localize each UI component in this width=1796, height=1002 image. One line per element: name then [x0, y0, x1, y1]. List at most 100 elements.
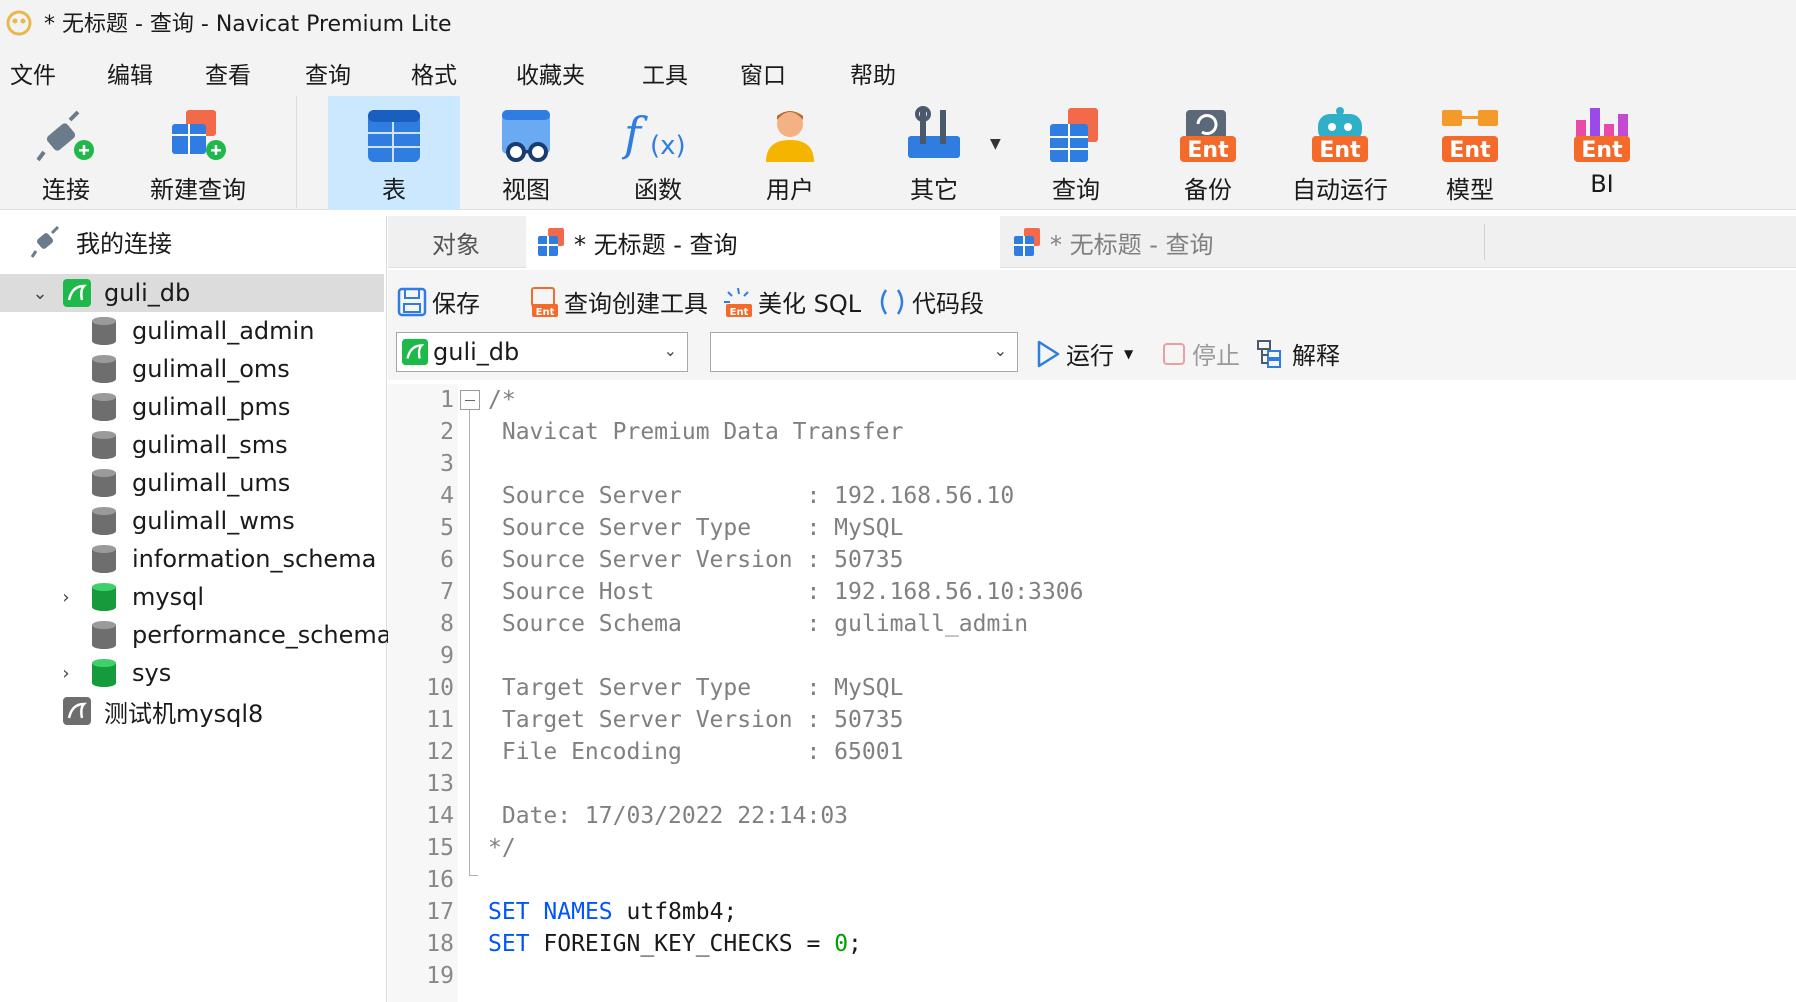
user-label: 用户: [766, 176, 814, 204]
code-text: Source Server Version : 50735: [488, 547, 904, 573]
table-button[interactable]: 表: [328, 96, 460, 210]
tree-database[interactable]: gulimall_admin: [0, 312, 384, 350]
code-line: 18 SET FOREIGN_KEY_CHECKS = 0;: [388, 928, 1796, 960]
schema-select[interactable]: ⌄: [710, 332, 1018, 372]
line-number: 14: [426, 803, 454, 829]
line-number: 10: [426, 675, 454, 701]
line-number: 5: [440, 515, 454, 541]
tree-database[interactable]: information_schema: [0, 540, 384, 578]
save-icon: [397, 287, 427, 316]
main-toolbar: 连接 新建查询 表 视图 f (x) 函数 用户 其它 ▼ 查询 Ent 备份 …: [0, 96, 1796, 210]
tree-database[interactable]: gulimall_ums: [0, 464, 384, 502]
code-text: /*: [488, 387, 516, 413]
table-label: 表: [382, 176, 406, 204]
menu-edit[interactable]: 编辑: [107, 56, 153, 90]
mysql-connection-icon: [63, 697, 91, 725]
connect-label: 连接: [42, 176, 90, 204]
code-text: File Encoding : 65001: [488, 739, 904, 765]
tree-database[interactable]: performance_schema: [0, 616, 391, 654]
connect-button[interactable]: 连接: [12, 96, 120, 210]
code-text: Source Server Type : MySQL: [488, 515, 904, 541]
sql-editor[interactable]: 1 /* 2 Navicat Premium Data Transfer 3 4 …: [388, 384, 1796, 1002]
tab-query-inactive[interactable]: * 无标题 - 查询: [1006, 216, 1492, 268]
new-query-button[interactable]: 新建查询: [146, 96, 250, 210]
tree-connection-test-mysql8[interactable]: 测试机mysql8: [0, 692, 384, 730]
query-builder-button[interactable]: Ent 查询创建工具: [528, 284, 708, 319]
view-button[interactable]: 视图: [476, 96, 576, 210]
database-icon: [92, 469, 116, 497]
chevron-down-icon[interactable]: ⌄: [30, 283, 50, 304]
tree-database[interactable]: gulimall_wms: [0, 502, 384, 540]
query-builder-icon: Ent: [531, 286, 558, 318]
ent-badge-text: Ent: [1449, 138, 1491, 163]
code-text: SET NAMES utf8mb4;: [488, 899, 738, 925]
database-icon: [92, 393, 116, 421]
other-dropdown-arrow-icon[interactable]: ▼: [990, 136, 1001, 152]
menu-view[interactable]: 查看: [205, 56, 251, 90]
tab-objects[interactable]: 对象: [388, 216, 524, 268]
tab-query-active[interactable]: * 无标题 - 查询: [526, 216, 1000, 268]
database-icon: [92, 507, 116, 535]
tree-label: gulimall_wms: [132, 507, 295, 535]
mysql-connection-icon: [401, 338, 429, 366]
menu-tools[interactable]: 工具: [642, 56, 688, 90]
code-line: 5 Source Server Type : MySQL: [388, 512, 1796, 544]
chevron-right-icon[interactable]: ›: [56, 587, 76, 608]
run-button[interactable]: 运行 ▼: [1034, 336, 1133, 371]
line-number: 7: [440, 579, 454, 605]
stop-button[interactable]: 停止: [1160, 336, 1240, 371]
ent-badge-text: Ent: [536, 307, 555, 318]
menu-help[interactable]: 帮助: [850, 56, 896, 90]
database-icon: [92, 621, 116, 649]
query-icon: [1050, 108, 1098, 162]
tree-database-open[interactable]: › sys: [0, 654, 384, 692]
bi-button[interactable]: Ent BI: [1552, 96, 1652, 210]
query-button[interactable]: 查询: [1026, 96, 1126, 210]
code-line: 14 Date: 17/03/2022 22:14:03: [388, 800, 1796, 832]
tree-label: gulimall_pms: [132, 393, 291, 421]
table-icon: [368, 110, 420, 162]
query-tab-icon: [1014, 228, 1040, 256]
bi-chart-icon: Ent: [1574, 108, 1630, 163]
other-label: 其它: [910, 176, 958, 204]
beautify-sql-button[interactable]: Ent 美化 SQL: [722, 284, 861, 319]
save-button[interactable]: 保存: [396, 284, 480, 319]
code-snippet-button[interactable]: 代码段: [876, 284, 984, 319]
database-select[interactable]: guli_db ⌄: [396, 332, 688, 372]
tree-connection-guli-db[interactable]: ⌄ guli_db: [0, 274, 384, 312]
menu-query[interactable]: 查询: [305, 56, 351, 90]
code-line: 4 Source Server : 192.168.56.10: [388, 480, 1796, 512]
backup-icon: Ent: [1180, 110, 1236, 163]
code-line: 19: [388, 960, 1796, 992]
menu-file[interactable]: 文件: [10, 56, 56, 90]
chevron-right-icon[interactable]: ›: [56, 663, 76, 684]
model-button[interactable]: Ent 模型: [1420, 96, 1520, 210]
play-icon: [1037, 340, 1060, 367]
window-title: * 无标题 - 查询 - Navicat Premium Lite: [44, 12, 452, 37]
title-bar: * 无标题 - 查询 - Navicat Premium Lite: [0, 0, 1796, 44]
automation-label: 自动运行: [1292, 176, 1388, 204]
line-number: 2: [440, 419, 454, 445]
line-number: 18: [426, 931, 454, 957]
other-button[interactable]: 其它: [880, 96, 988, 210]
explain-button[interactable]: 解释: [1256, 336, 1340, 371]
tree-database-open[interactable]: › mysql: [0, 578, 384, 616]
tree-label: information_schema: [132, 545, 377, 573]
snippet-icon: [880, 288, 904, 315]
plug-icon: [36, 110, 94, 162]
tree-label: gulimall_admin: [132, 317, 315, 345]
code-line: 8 Source Schema : gulimall_admin: [388, 608, 1796, 640]
menu-format[interactable]: 格式: [411, 56, 457, 90]
menu-favorites[interactable]: 收藏夹: [516, 56, 585, 90]
stop-icon: [1163, 342, 1185, 365]
menu-window[interactable]: 窗口: [740, 56, 786, 90]
backup-button[interactable]: Ent 备份: [1158, 96, 1258, 210]
user-button[interactable]: 用户: [740, 96, 840, 210]
tree-database[interactable]: gulimall_pms: [0, 388, 384, 426]
automation-button[interactable]: Ent 自动运行: [1282, 96, 1398, 210]
database-select-value: guli_db: [433, 338, 520, 366]
tree-database[interactable]: gulimall_sms: [0, 426, 384, 464]
tree-database[interactable]: gulimall_oms: [0, 350, 384, 388]
run-dropdown-arrow-icon[interactable]: ▼: [1124, 347, 1133, 361]
function-button[interactable]: f (x) 函数: [608, 96, 708, 210]
